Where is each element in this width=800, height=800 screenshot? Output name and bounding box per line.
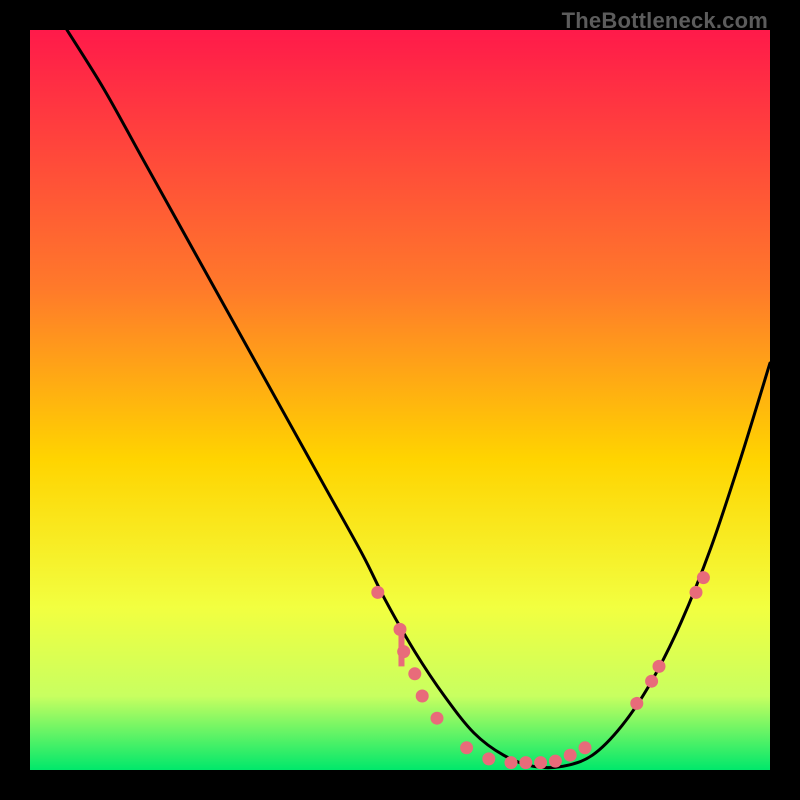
scatter-dot [394, 623, 407, 636]
scatter-dot [549, 755, 562, 768]
scatter-dot [690, 586, 703, 599]
scatter-dot [645, 675, 658, 688]
scatter-dot [564, 749, 577, 762]
scatter-dot [431, 712, 444, 725]
scatter-dot [397, 645, 410, 658]
chart-svg [30, 30, 770, 770]
scatter-dot [697, 571, 710, 584]
scatter-dot [630, 697, 643, 710]
scatter-dot [519, 756, 532, 769]
plot-area [30, 30, 770, 770]
chart-frame: TheBottleneck.com [0, 0, 800, 800]
scatter-dot [579, 741, 592, 754]
scatter-dot [505, 756, 518, 769]
scatter-dot [534, 756, 547, 769]
scatter-dot [482, 752, 495, 765]
scatter-dot [653, 660, 666, 673]
scatter-dot [408, 667, 421, 680]
scatter-dot [460, 741, 473, 754]
scatter-dot [416, 690, 429, 703]
scatter-dot [371, 586, 384, 599]
